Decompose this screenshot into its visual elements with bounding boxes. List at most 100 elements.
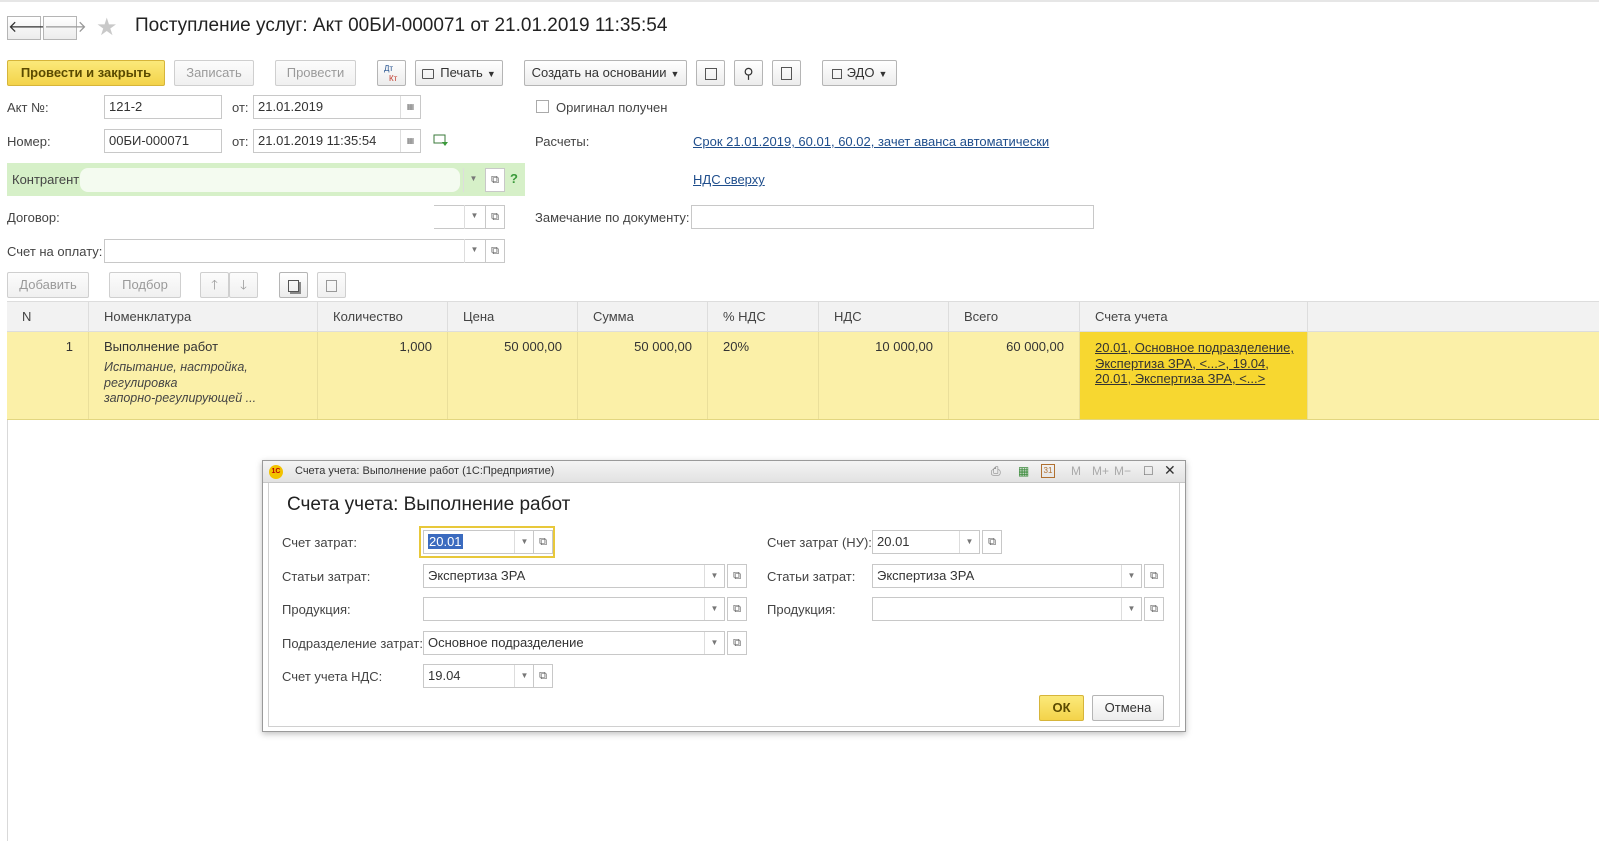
print-label: Печать [440,65,483,80]
vat-link[interactable]: НДС сверху [693,172,765,187]
open-cost-account-nu-icon[interactable]: ⧉ [982,530,1002,554]
open-cost-items-nu-icon[interactable]: ⧉ [1144,564,1164,588]
cost-items-nu-input[interactable]: Экспертиза ЗРА ▼ [872,564,1142,588]
forward-button[interactable]: 🡒 [43,16,87,40]
chevron-down-icon[interactable]: ▼ [514,531,534,553]
post-and-close-button[interactable]: Провести и закрыть [7,60,165,86]
col-total[interactable]: Всего [949,302,1080,332]
cost-account-input[interactable]: 20.01 ▼ [423,530,535,554]
number-date-input[interactable]: 21.01.2019 11:35:54 ▦ [253,129,421,153]
cell-vat-rate[interactable]: 20% [708,332,819,419]
cell-vat[interactable]: 10 000,00 [819,332,949,419]
number-input[interactable]: 00БИ-000071 [104,129,222,153]
cost-account-nu-input[interactable]: 20.01 ▼ [872,530,980,554]
cell-price[interactable]: 50 000,00 [448,332,578,419]
open-product-icon[interactable]: ⧉ [727,597,747,621]
post-button[interactable]: Провести [275,60,356,86]
contract-label: Договор: [7,210,60,225]
dt-kt-button[interactable]: Дт Кт [377,60,406,86]
calendar-icon[interactable]: ▦ [400,96,420,118]
calendar-icon[interactable]: 31 [1041,464,1055,478]
act-no-input[interactable]: 121-2 [104,95,222,119]
product-nu-input[interactable]: ▼ [872,597,1142,621]
col-item[interactable]: Номенклатура [89,302,318,332]
cost-account-nu-value: 20.01 [877,534,910,549]
report-button[interactable] [772,60,801,86]
ok-button[interactable]: ОК [1039,695,1084,721]
structure-button[interactable] [696,60,725,86]
attach-button[interactable]: ⚲ [734,60,763,86]
open-cost-items-icon[interactable]: ⧉ [727,564,747,588]
calendar-icon[interactable]: ▦ [400,130,420,152]
open-invoice-icon[interactable]: ⧉ [485,239,505,263]
create-based-button[interactable]: Создать на основании ▼ [524,60,687,86]
open-counterparty-icon[interactable]: ⧉ [485,168,505,192]
print-button[interactable]: Печать ▼ [415,60,503,86]
cost-items-input[interactable]: Экспертиза ЗРА ▼ [423,564,725,588]
col-price[interactable]: Цена [448,302,578,332]
table-icon[interactable]: ▦ [1018,464,1029,478]
open-product-nu-icon[interactable]: ⧉ [1144,597,1164,621]
memory-m-button[interactable]: M [1071,464,1081,478]
note-input[interactable] [691,205,1094,229]
table-row[interactable]: 1 Выполнение работ Испытание, настройка,… [7,332,1599,420]
copy-button[interactable] [279,272,308,298]
col-vat-rate[interactable]: % НДС [708,302,819,332]
help-icon[interactable]: ? [510,171,518,186]
create-based-label: Создать на основании [531,65,667,80]
maximize-icon[interactable]: ☐ [1143,464,1154,478]
dialog-titlebar[interactable]: 1С Счета учета: Выполнение работ (1С:Пре… [263,461,1185,483]
select-button[interactable]: Подбор [109,272,181,298]
accounts-link-2[interactable]: Экспертиза ЗРА, <...>, 19.04, [1095,356,1307,372]
cell-item[interactable]: Выполнение работ Испытание, настройка, р… [89,332,318,419]
act-date-input[interactable]: 21.01.2019 ▦ [253,95,421,119]
invoice-input[interactable] [104,239,486,263]
open-cost-account-icon[interactable]: ⧉ [533,530,553,554]
memory-minus-button[interactable]: M− [1114,464,1131,478]
edo-button[interactable]: ЭДО ▼ [822,60,897,86]
col-accounts[interactable]: Счета учета [1080,302,1308,332]
cell-accounts[interactable]: 20.01, Основное подразделение, Экспертиз… [1080,332,1308,419]
col-qty[interactable]: Количество [318,302,448,332]
col-vat[interactable]: НДС [819,302,949,332]
cell-sum[interactable]: 50 000,00 [578,332,708,419]
chevron-down-icon[interactable]: ▼ [1121,565,1141,587]
favorite-star-icon[interactable]: ★ [96,13,118,42]
cell-total[interactable]: 60 000,00 [949,332,1080,419]
back-button[interactable]: 🡐 [7,16,51,40]
chevron-down-icon[interactable]: ▼ [463,168,483,192]
close-icon[interactable]: ✕ [1164,462,1176,479]
accounts-link-1[interactable]: 20.01, Основное подразделение, [1095,340,1307,356]
open-department-icon[interactable]: ⧉ [727,631,747,655]
save-button[interactable]: Записать [174,60,254,86]
counterparty-input[interactable] [80,168,460,192]
paste-button[interactable] [317,272,346,298]
edit-number-icon[interactable] [433,133,449,147]
chevron-down-icon[interactable]: ▼ [704,632,724,654]
chevron-down-icon[interactable]: ▼ [1121,598,1141,620]
chevron-down-icon[interactable]: ▼ [704,565,724,587]
col-n[interactable]: N [7,302,89,332]
chevron-down-icon[interactable]: ▼ [959,531,979,553]
print-icon[interactable]: ⎙ [991,464,1001,479]
chevron-down-icon[interactable]: ▼ [464,239,484,263]
chevron-down-icon[interactable]: ▼ [464,205,484,229]
memory-plus-button[interactable]: M+ [1092,464,1109,478]
move-down-button[interactable]: 🡓 [229,272,258,298]
page-title: Поступление услуг: Акт 00БИ-000071 от 21… [135,15,668,36]
calculations-link[interactable]: Срок 21.01.2019, 60.01, 60.02, зачет ава… [693,134,1049,149]
cancel-button[interactable]: Отмена [1092,695,1164,721]
product-input[interactable]: ▼ [423,597,725,621]
chevron-down-icon[interactable]: ▼ [704,598,724,620]
move-up-button[interactable]: 🡑 [200,272,229,298]
cell-qty[interactable]: 1,000 [318,332,448,419]
vat-account-input[interactable]: 19.04 ▼ [423,664,535,688]
open-contract-icon[interactable]: ⧉ [485,205,505,229]
chevron-down-icon[interactable]: ▼ [514,665,534,687]
add-row-button[interactable]: Добавить [7,272,89,298]
original-received-checkbox[interactable] [536,100,549,113]
open-vat-account-icon[interactable]: ⧉ [533,664,553,688]
col-sum[interactable]: Сумма [578,302,708,332]
department-input[interactable]: Основное подразделение ▼ [423,631,725,655]
accounts-link-3[interactable]: 20.01, Экспертиза ЗРА, <...> [1095,371,1307,387]
